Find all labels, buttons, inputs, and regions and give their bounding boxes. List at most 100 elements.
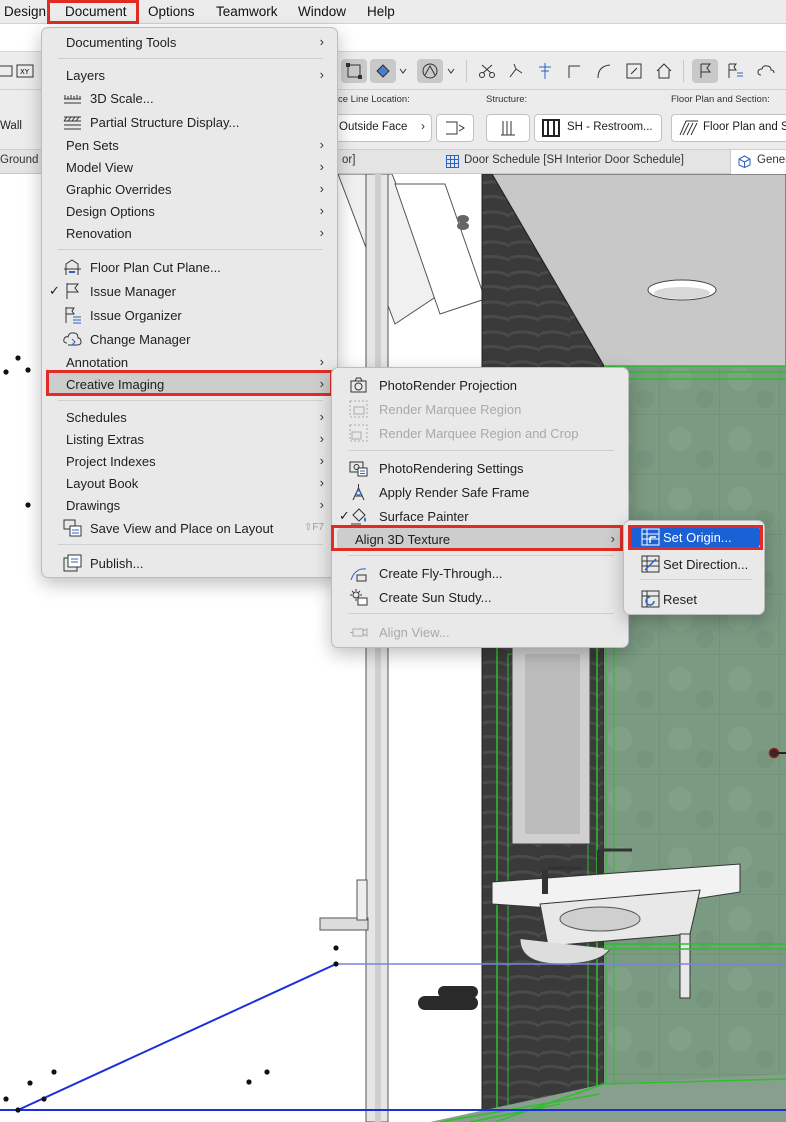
ref-line-flip-button[interactable] <box>436 114 474 142</box>
menu-help[interactable]: Help <box>367 4 395 19</box>
tab-partial[interactable]: or] <box>336 150 361 174</box>
menu-item-label: Change Manager <box>90 332 191 347</box>
menu-item-documenting-tools[interactable]: Documenting Tools › <box>47 31 332 53</box>
menu-item-photorendering-settings[interactable]: PhotoRendering Settings <box>337 457 623 479</box>
ref-line-label: ce Line Location: <box>338 94 410 105</box>
structure-value: SH - Restroom... <box>567 121 653 133</box>
menu-item-label: Publish... <box>90 556 144 571</box>
tab-door-schedule-label: Door Schedule [SH Interior Door Schedule… <box>464 154 684 166</box>
document-menu: Documenting Tools › Layers › 3D Scale... P… <box>41 27 338 578</box>
menu-item-set-direction[interactable]: Set Direction... <box>629 553 760 575</box>
menu-separator <box>58 249 323 250</box>
menu-item-label: Surface Painter <box>379 509 469 524</box>
menu-item-reset[interactable]: Reset <box>629 588 760 610</box>
fillet-icon[interactable] <box>591 59 617 83</box>
reset-icon <box>641 590 660 608</box>
menu-item-label: Create Fly-Through... <box>379 566 503 581</box>
issue-list-icon[interactable] <box>722 59 748 83</box>
tab-door-schedule[interactable]: Door Schedule [SH Interior Door Schedule… <box>440 150 690 174</box>
issue-flag-icon[interactable] <box>692 59 718 83</box>
menu-item-drawings[interactable]: Drawings › <box>47 494 332 516</box>
chevron-down-icon[interactable] <box>396 59 410 83</box>
chevron-right-icon: › <box>319 181 324 196</box>
menu-item-change-manager[interactable]: Change Manager <box>47 328 332 350</box>
menu-item-graphic-overrides[interactable]: Graphic Overrides › <box>47 178 332 200</box>
chevron-right-icon: › <box>319 431 324 446</box>
circle-tool-icon[interactable] <box>417 59 443 83</box>
menu-item-project-indexes[interactable]: Project Indexes › <box>47 450 332 472</box>
menu-window[interactable]: Window <box>298 4 346 19</box>
flag-icon <box>66 283 79 299</box>
menu-item-label: Project Indexes <box>66 454 156 469</box>
menu-separator <box>348 450 614 451</box>
svg-text:XY: XY <box>20 68 30 76</box>
chevron-right-icon: › <box>319 497 324 512</box>
change-cloud-icon[interactable] <box>753 59 779 83</box>
ref-line-field[interactable]: Outside Face › <box>326 114 432 142</box>
menu-item-label: Save View and Place on Layout <box>90 521 274 536</box>
chevron-right-icon: › <box>319 137 324 152</box>
tab-3d-generic[interactable]: Gener <box>730 150 786 174</box>
scissors-icon[interactable] <box>474 59 500 83</box>
chevron-right-icon: › <box>421 121 425 133</box>
menu-teamwork[interactable]: Teamwork <box>216 4 278 19</box>
menu-separator <box>640 579 752 580</box>
structure-field[interactable]: SH - Restroom... <box>534 114 662 142</box>
menu-item-listing-extras[interactable]: Listing Extras › <box>47 428 332 450</box>
menu-item-issue-organizer[interactable]: Issue Organizer <box>47 304 332 326</box>
menu-item-label: Create Sun Study... <box>379 590 492 605</box>
marquee-camera-icon <box>349 400 368 418</box>
fly-through-icon <box>350 568 367 582</box>
menu-item-photorender-projection[interactable]: PhotoRender Projection <box>337 374 623 396</box>
menu-item-surface-painter[interactable]: ✓ Surface Painter <box>337 505 623 527</box>
menu-item-label: Schedules <box>66 410 127 425</box>
transform-icon[interactable] <box>370 59 396 83</box>
camera-icon <box>350 377 367 393</box>
menu-separator <box>348 613 614 614</box>
sun-study-icon <box>350 589 368 606</box>
menu-design[interactable]: Design <box>4 4 46 19</box>
menu-item-renovation[interactable]: Renovation › <box>47 222 332 244</box>
adjust-icon[interactable] <box>503 59 529 83</box>
menu-item-create-fly-through[interactable]: Create Fly-Through... <box>337 562 623 584</box>
home-icon[interactable] <box>651 59 677 83</box>
menu-item-pen-sets[interactable]: Pen Sets › <box>47 134 332 156</box>
menu-item-create-sun-study[interactable]: Create Sun Study... <box>337 586 623 608</box>
resize-icon[interactable] <box>621 59 647 83</box>
menu-item-schedules[interactable]: Schedules › <box>47 406 332 428</box>
menu-item-3d-scale[interactable]: 3D Scale... <box>47 87 332 109</box>
menu-item-label: Issue Organizer <box>90 308 182 323</box>
menu-item-partial-structure[interactable]: Partial Structure Display... <box>47 111 332 133</box>
menu-item-render-marquee-region[interactable]: Render Marquee Region <box>337 398 623 420</box>
select-node-icon[interactable] <box>341 59 367 83</box>
menu-item-label: Drawings <box>66 498 121 513</box>
menu-item-label: Layers <box>66 68 106 83</box>
structure-type-button[interactable] <box>486 114 530 142</box>
wall-structure-icon <box>501 121 515 136</box>
menu-options[interactable]: Options <box>148 4 195 19</box>
menu-item-render-marquee-crop[interactable]: Render Marquee Region and Crop <box>337 422 623 444</box>
menu-item-save-view-place-layout[interactable]: Save View and Place on Layout ⇧F7 <box>47 517 332 539</box>
tab-ground[interactable]: Ground <box>0 150 44 174</box>
menu-item-design-options[interactable]: Design Options › <box>47 200 332 222</box>
split-icon[interactable] <box>532 59 558 83</box>
floorplan-field[interactable]: Floor Plan and S <box>671 114 786 142</box>
menu-item-floor-plan-cut-plane[interactable]: Floor Plan Cut Plane... <box>47 256 332 278</box>
creative-imaging-submenu: PhotoRender Projection Render Marquee Re… <box>331 367 629 648</box>
offset-icon[interactable] <box>561 59 587 83</box>
menu-item-align-view[interactable]: Align View... <box>337 621 623 643</box>
menu-item-issue-manager[interactable]: ✓ Issue Manager <box>47 280 332 302</box>
xy-coord-icon[interactable]: XY <box>12 59 38 83</box>
menu-item-layers[interactable]: Layers › <box>47 64 332 86</box>
menu-item-apply-render-safe-frame[interactable]: Apply Render Safe Frame <box>337 481 623 503</box>
set-origin-callout <box>628 525 763 550</box>
menu-item-layout-book[interactable]: Layout Book › <box>47 472 332 494</box>
tab-ground-label: Ground <box>0 154 39 166</box>
marquee-crop-icon <box>349 424 368 442</box>
menu-item-label: Align View... <box>379 625 450 640</box>
element-type-field[interactable]: Wall <box>0 114 40 142</box>
menu-item-publish[interactable]: Publish... <box>47 552 332 574</box>
menu-item-model-view[interactable]: Model View › <box>47 156 332 178</box>
menu-item-label: Render Marquee Region <box>379 402 522 417</box>
chevron-down-icon[interactable] <box>444 59 458 83</box>
